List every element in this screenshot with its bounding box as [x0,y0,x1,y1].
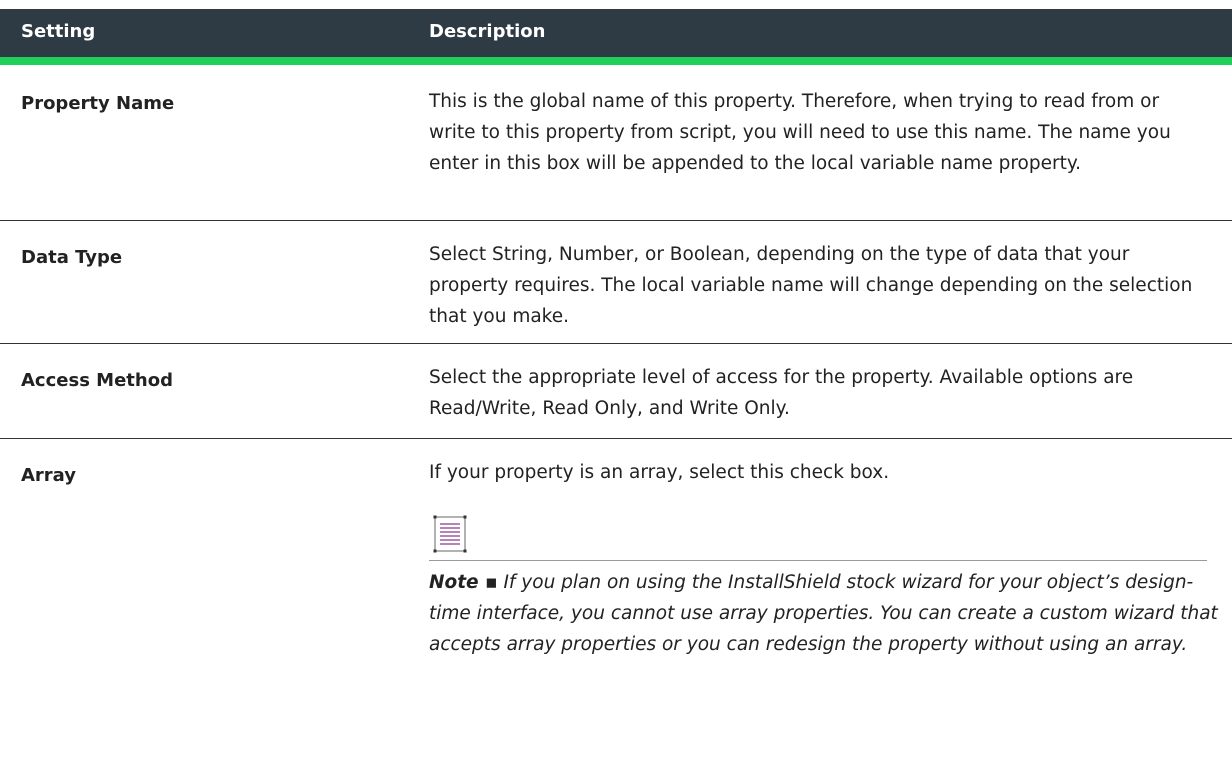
header-setting: Setting [21,21,96,42]
note-icon [433,515,467,553]
table-row: Access Method Select the appropriate lev… [0,344,1232,439]
setting-description: Select the appropriate level of access f… [429,367,1134,419]
settings-table: Setting Description Property Name This i… [0,9,1232,669]
table-header: Setting Description [0,9,1232,65]
note-divider [429,560,1207,561]
setting-label: Data Type [21,247,123,268]
setting-description: If your property is an array, select thi… [429,462,890,483]
table-row: Data Type Select String, Number, or Bool… [0,221,1232,344]
note-body: If you plan on using the InstallShield s… [429,572,1218,655]
table-row: Property Name This is the global name of… [0,65,1232,221]
table-row: Array If your property is an array, sele… [0,439,1232,669]
setting-label: Array [21,465,77,486]
setting-label: Property Name [21,93,175,114]
note-text: Note ▪ If you plan on using the InstallS… [429,567,1219,660]
setting-description: This is the global name of this property… [429,91,1171,174]
setting-description: Select String, Number, or Boolean, depen… [429,244,1193,327]
setting-label: Access Method [21,370,173,391]
note-label: Note ▪ [429,572,498,593]
header-description: Description [429,21,546,42]
